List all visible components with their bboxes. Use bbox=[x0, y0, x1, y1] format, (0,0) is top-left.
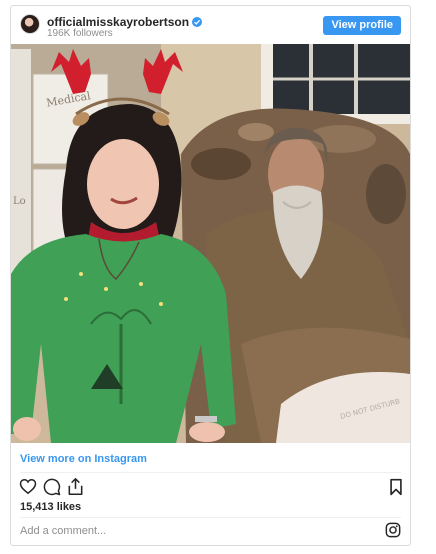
heart-icon[interactable] bbox=[19, 478, 37, 500]
share-icon[interactable] bbox=[67, 477, 84, 501]
likes-count[interactable]: 15,413 likes bbox=[20, 501, 81, 513]
comment-icon[interactable] bbox=[43, 478, 61, 501]
add-comment-input[interactable]: Add a comment... bbox=[20, 525, 106, 537]
view-more-link[interactable]: View more on Instagram bbox=[20, 453, 147, 465]
username[interactable]: officialmisskayrobertson bbox=[47, 15, 189, 29]
post-photo[interactable]: Medical Lo DO NOT DISTURB bbox=[11, 44, 410, 443]
bookmark-icon[interactable] bbox=[389, 478, 403, 501]
action-bar bbox=[11, 476, 410, 498]
divider bbox=[20, 517, 401, 518]
username-row[interactable]: officialmisskayrobertson bbox=[47, 15, 203, 29]
avatar[interactable] bbox=[20, 14, 40, 34]
followers-count: 196K followers bbox=[47, 28, 113, 39]
instagram-icon[interactable] bbox=[385, 522, 401, 543]
instagram-embed-card: officialmisskayrobertson 196K followers … bbox=[10, 5, 411, 546]
divider bbox=[20, 472, 401, 473]
cabinet-label-2: Lo bbox=[13, 196, 26, 207]
post-header: officialmisskayrobertson 196K followers … bbox=[11, 6, 410, 44]
verified-badge-icon bbox=[192, 17, 203, 27]
view-profile-button[interactable]: View profile bbox=[323, 16, 401, 35]
